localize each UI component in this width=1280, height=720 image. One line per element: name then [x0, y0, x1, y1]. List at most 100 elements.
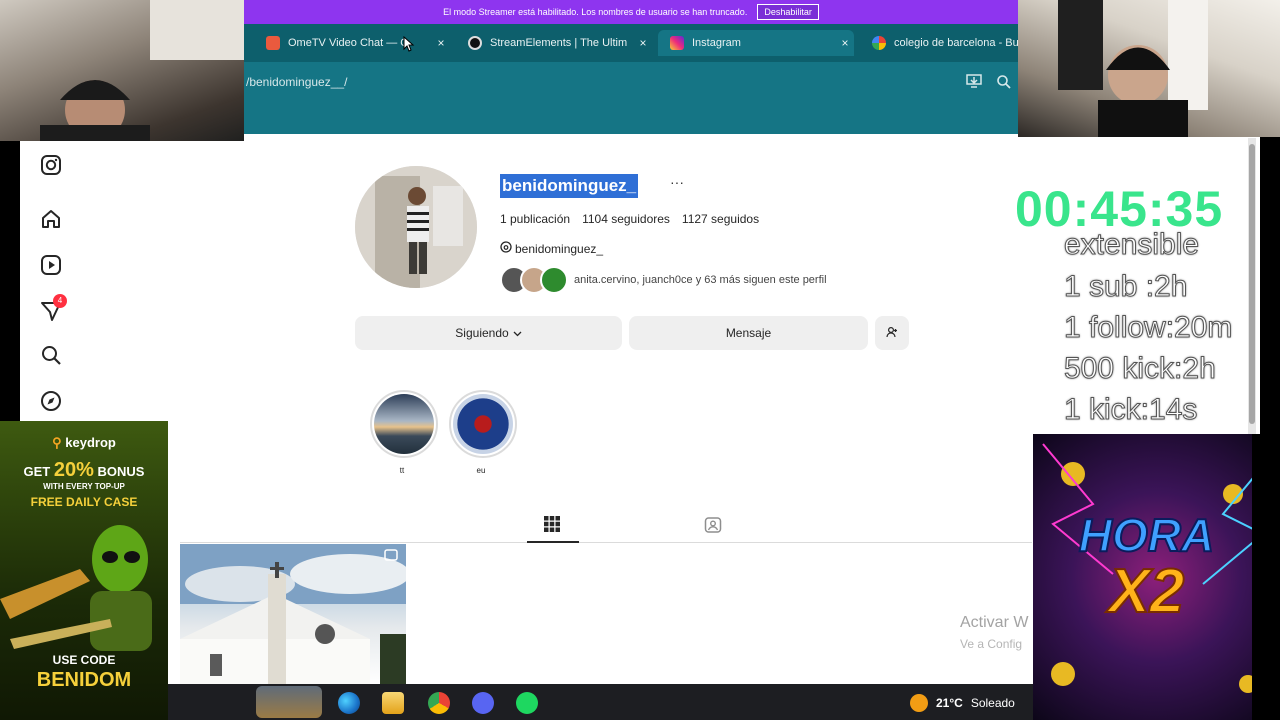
keydrop-brand-text: keydrop — [65, 435, 116, 450]
message-button[interactable]: Mensaje — [629, 316, 868, 350]
tab-instagram[interactable]: Instagram × — [658, 30, 854, 56]
highlight-label: tt — [399, 466, 405, 475]
followed-by-text: anita.cervino, juanch0ce y 63 más siguen… — [574, 274, 827, 286]
sun-icon — [910, 694, 928, 712]
more-options-icon[interactable]: ··· — [670, 174, 684, 190]
instagram-icon — [670, 36, 684, 50]
activate-windows-subtitle: Ve a Config — [960, 637, 1023, 651]
keydrop-use-code: USE CODE — [52, 653, 116, 667]
streamelements-icon — [468, 36, 482, 50]
search-icon[interactable] — [40, 344, 62, 366]
highlight-ring — [449, 390, 517, 458]
posts-count[interactable]: 1 publicación — [500, 212, 570, 226]
keydrop-bonus-word: BONUS — [97, 464, 145, 479]
keydrop-with-every: WITH EVERY TOP-UP — [43, 482, 125, 491]
threads-handle-text: benidominguez_ — [515, 241, 604, 256]
url-field[interactable]: /benidominguez__/ — [246, 75, 347, 89]
tab-title: StreamElements | The Ultim — [490, 37, 628, 49]
profile-stats: 1 publicación 1104 seguidores 1127 segui… — [500, 212, 759, 226]
profile-tabs-divider — [180, 542, 1032, 543]
chevron-down-icon — [513, 326, 522, 340]
highlight-label: eu — [476, 466, 486, 475]
weather-widget[interactable]: 21°C Soleado — [910, 694, 1015, 712]
follower-avatar — [540, 266, 568, 294]
keydrop-free-case: FREE DAILY CASE — [30, 495, 138, 509]
chrome-icon[interactable] — [428, 692, 450, 714]
mouse-cursor-icon — [403, 35, 415, 57]
timer-rule-line: 500 kick:2h — [1064, 352, 1217, 386]
key-icon: ⚲ — [52, 435, 62, 450]
reels-icon[interactable] — [40, 254, 62, 276]
posts-grid-tab-icon[interactable] — [544, 516, 560, 537]
activate-windows-title: Activar W — [960, 614, 1029, 631]
overlay-edge — [1252, 434, 1280, 720]
tab-title: Instagram — [692, 37, 741, 49]
address-bar: /benidominguez__/ — [244, 62, 1018, 102]
edge-icon[interactable] — [338, 692, 360, 714]
tab-strip: OmeTV Video Chat — O × StreamElements | … — [244, 24, 1018, 62]
notification-badge: 4 — [53, 294, 67, 308]
google-icon — [872, 36, 886, 50]
following-label: Siguiendo — [455, 326, 509, 340]
scrollbar[interactable] — [1248, 138, 1256, 438]
widgets-icon[interactable] — [256, 686, 322, 718]
tab-streamelements[interactable]: StreamElements | The Ultim × — [456, 30, 652, 56]
close-icon[interactable]: × — [836, 36, 854, 50]
install-app-icon[interactable] — [966, 74, 982, 88]
x2-text: X2 — [1108, 556, 1186, 627]
spotify-icon[interactable] — [516, 692, 538, 714]
keydrop-code: BENIDOM — [36, 669, 132, 691]
webcam-left — [0, 0, 244, 141]
tagged-tab-icon[interactable] — [704, 516, 722, 539]
disable-streamer-button[interactable]: Deshabilitar — [757, 4, 819, 20]
highlight-item[interactable]: eu — [449, 390, 517, 475]
weather-temp: 21°C — [936, 696, 963, 710]
followers-count[interactable]: 1104 seguidores — [582, 212, 670, 226]
keydrop-bonus-pct: 20% — [53, 459, 94, 481]
taskbar — [168, 684, 1033, 720]
profile-avatar[interactable] — [355, 166, 477, 288]
home-icon[interactable] — [40, 208, 62, 230]
highlight-image — [453, 394, 513, 454]
keydrop-character — [0, 525, 152, 651]
zoom-icon[interactable] — [996, 74, 1012, 90]
bookmark-bar — [244, 102, 1018, 134]
post-thumbnail[interactable] — [180, 544, 406, 684]
following-count[interactable]: 1127 seguidos — [682, 212, 759, 226]
timer-rule-line: 1 sub :2h — [1063, 270, 1188, 304]
streamer-mode-bar: El modo Streamer está habilitado. Los no… — [244, 0, 1018, 24]
threads-link[interactable]: benidominguez_ — [500, 241, 603, 256]
scrollbar-thumb[interactable] — [1249, 144, 1255, 424]
active-tab-indicator — [527, 541, 579, 543]
tab-title: colegio de barcelona - Bus — [894, 37, 1018, 49]
timer-rule-line: extensible — [1063, 228, 1200, 262]
ometv-icon — [266, 36, 280, 50]
close-icon[interactable]: × — [432, 36, 450, 50]
suggested-users-button[interactable] — [875, 316, 909, 350]
highlight-image — [374, 394, 434, 454]
following-button[interactable]: Siguiendo — [355, 316, 622, 350]
keydrop-brand: ⚲ keydrop — [0, 435, 168, 451]
highlight-item[interactable]: tt — [370, 390, 438, 475]
profile-username: benidominguez_ — [500, 174, 639, 198]
keydrop-get: GET — [23, 464, 51, 479]
file-explorer-icon[interactable] — [382, 692, 404, 714]
streamer-notice-text: El modo Streamer está habilitado. Los no… — [443, 7, 748, 17]
discord-icon[interactable] — [472, 692, 494, 714]
webcam-right — [1018, 0, 1280, 137]
tab-ometv[interactable]: OmeTV Video Chat — O × — [254, 30, 450, 56]
hora-x2-overlay: HORA X2 — [1033, 434, 1280, 720]
threads-icon — [500, 241, 512, 256]
followed-by-row[interactable]: anita.cervino, juanch0ce y 63 más siguen… — [500, 266, 827, 294]
add-user-icon — [886, 326, 898, 341]
message-label: Mensaje — [725, 326, 772, 340]
instagram-logo-icon[interactable] — [40, 154, 62, 176]
timer-rule-line: 1 kick:14s — [1063, 393, 1198, 427]
keydrop-ad: ⚲ keydrop GET 20% BONUS WITH EVERY TOP-U… — [0, 421, 168, 720]
explore-icon[interactable] — [40, 390, 62, 412]
timer-rule-line: 1 follow:20m — [1063, 311, 1233, 345]
weather-text: Soleado — [970, 696, 1015, 710]
tab-google[interactable]: colegio de barcelona - Bus — [860, 30, 1018, 56]
highlight-ring — [370, 390, 438, 458]
close-icon[interactable]: × — [634, 36, 652, 50]
